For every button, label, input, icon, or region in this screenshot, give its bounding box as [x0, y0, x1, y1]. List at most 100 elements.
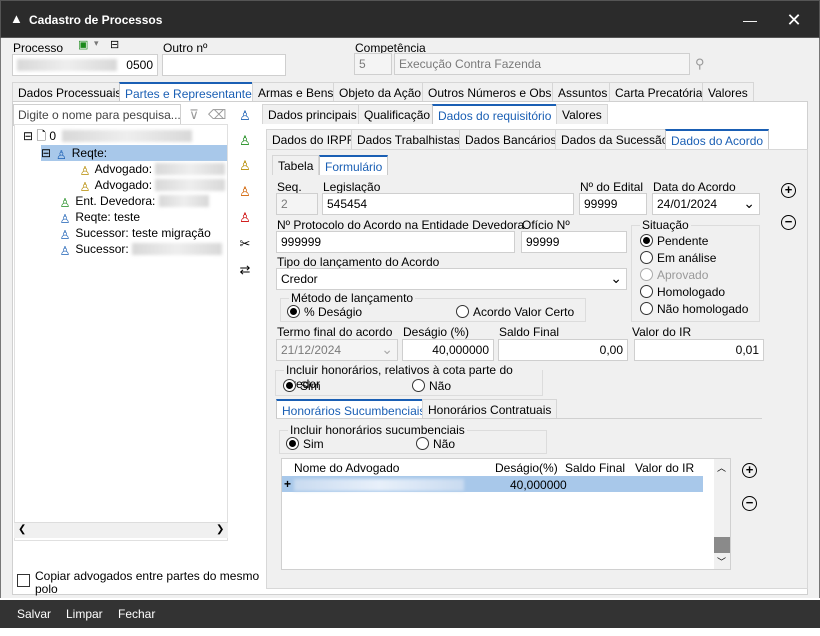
tree-node-entidade[interactable]: ♙ Ent. Devedora: — [58, 193, 209, 210]
tab-dados-bancarios[interactable]: Dados Bancários — [459, 129, 563, 149]
competencia-code-input[interactable]: 5 — [354, 53, 392, 75]
col-nome-advogado[interactable]: Nome do Advogado — [294, 461, 399, 475]
situacao-nao-homologado[interactable]: Não homologado — [640, 302, 748, 316]
tree-node-reqte-teste[interactable]: ♙ Reqte: teste — [58, 209, 140, 226]
scroll-thumb[interactable] — [714, 537, 730, 553]
remove-party-icon[interactable]: ✂ — [237, 236, 253, 252]
tab-dados-sucessao[interactable]: Dados da Sucessão — [555, 129, 675, 149]
scroll-right-icon[interactable]: ❯ — [216, 524, 224, 535]
tab-objeto-acao[interactable]: Objeto da Ação — [333, 82, 428, 102]
protocolo-input[interactable]: 999999 — [276, 231, 515, 253]
tab-dados-principais[interactable]: Dados principais — [262, 104, 363, 124]
radio-icon[interactable] — [287, 305, 300, 318]
radio-icon[interactable] — [286, 437, 299, 450]
col-valor-ir[interactable]: Valor do IR — [635, 461, 694, 475]
tab-dados-trabalhistas[interactable]: Dados Trabalhistas — [351, 129, 466, 149]
tab-honorarios-sucumbenciais[interactable]: Honorários Sucumbenciais — [276, 399, 432, 419]
oficio-input[interactable]: 99999 — [521, 231, 627, 253]
chevron-down-icon[interactable]: ⌄ — [743, 195, 755, 212]
limpar-button[interactable]: Limpar — [66, 607, 103, 621]
situacao-pendente[interactable]: Pendente — [640, 234, 708, 248]
close-button[interactable]: ✕ — [783, 9, 805, 31]
add-other-party-icon[interactable]: ♙ — [237, 210, 253, 226]
add-representante-icon[interactable]: ♙ — [237, 184, 253, 200]
tab-dados-irpf[interactable]: Dados do IRPF — [266, 129, 361, 149]
sucumbenciais-sim[interactable]: Sim — [286, 437, 324, 451]
remove-advogado-row-icon[interactable]: − — [742, 496, 757, 511]
tree-node-sucessor[interactable]: ♙ Sucessor: — [58, 241, 223, 258]
swap-party-icon[interactable]: ⇄ — [237, 262, 253, 278]
search-icon[interactable]: ⚲ — [695, 56, 705, 72]
note-icon[interactable]: ⊟ — [110, 38, 124, 52]
radio-icon[interactable] — [640, 234, 653, 247]
edital-input[interactable]: 99999 — [579, 193, 647, 215]
valor-ir-input[interactable]: 0,01 — [634, 339, 764, 361]
tree-node-sucessor[interactable]: ♙ Sucessor: teste migração — [58, 225, 211, 242]
grid-vscrollbar[interactable]: ︿ ﹀ — [714, 459, 730, 569]
tree-node-reqte[interactable]: ⊟ ♙ Reqte: — [41, 145, 227, 162]
situacao-homologado[interactable]: Homologado — [640, 285, 725, 299]
chevron-down-icon[interactable]: ▾ — [94, 38, 104, 52]
add-acordo-icon[interactable]: + — [781, 183, 796, 198]
tab-carta-precatoria[interactable]: Carta Precatória — [609, 82, 709, 102]
copy-lawyers-checkbox[interactable] — [17, 574, 30, 587]
tab-valores[interactable]: Valores — [702, 82, 754, 102]
tree-node-advogado[interactable]: ♙ Advogado: — [78, 161, 226, 178]
processo-input[interactable]: 0500 — [12, 54, 158, 76]
collapse-icon[interactable]: ⊟ — [41, 146, 51, 160]
tree-node-advogado[interactable]: ♙ Advogado: — [78, 177, 226, 194]
tab-valores-parte[interactable]: Valores — [556, 104, 608, 124]
tree-hscrollbar[interactable]: ❮ ❯ — [14, 522, 228, 538]
tab-dados-requisitorio[interactable]: Dados do requisitório — [432, 104, 558, 124]
tab-formulario[interactable]: Formulário — [319, 155, 389, 175]
tab-qualificacao[interactable]: Qualificação — [358, 104, 437, 124]
clear-icon[interactable]: ⌫ — [208, 107, 226, 123]
party-search-input[interactable]: Digite o nome para pesquisa... — [13, 104, 181, 126]
remove-acordo-icon[interactable]: − — [781, 215, 796, 230]
row-expand-icon[interactable]: + — [284, 477, 291, 491]
metodo-desagio[interactable]: % Deságio — [287, 305, 362, 319]
tab-partes-representantes[interactable]: Partes e Representantes — [119, 82, 264, 102]
minimize-button[interactable]: — — [739, 9, 761, 31]
scroll-up-icon[interactable]: ︿ — [717, 461, 726, 474]
radio-icon[interactable] — [412, 379, 425, 392]
honorarios-credor-sim[interactable]: Sim — [283, 379, 321, 393]
data-acordo-picker[interactable]: 24/01/2024 ⌄ — [652, 193, 760, 215]
col-saldo-final[interactable]: Saldo Final — [565, 461, 625, 475]
radio-icon[interactable] — [640, 251, 653, 264]
new-document-icon[interactable]: ▣ — [78, 38, 92, 52]
situacao-em-analise[interactable]: Em análise — [640, 251, 716, 265]
tab-honorarios-contratuais[interactable]: Honorários Contratuais — [422, 399, 558, 419]
tab-tabela[interactable]: Tabela — [272, 155, 320, 175]
desagio-input[interactable]: 40,000000 — [402, 339, 494, 361]
saldo-final-input[interactable]: 0,00 — [498, 339, 628, 361]
add-entidade-icon[interactable]: ♙ — [237, 133, 253, 149]
scroll-left-icon[interactable]: ❮ — [18, 524, 26, 535]
radio-icon[interactable] — [416, 437, 429, 450]
col-desagio[interactable]: Deságio(%) — [495, 461, 558, 475]
honorarios-credor-nao[interactable]: Não — [412, 379, 451, 393]
collapse-icon[interactable]: ⊟ — [23, 129, 33, 143]
tipo-lancamento-select[interactable]: Credor ⌄ — [276, 268, 627, 290]
legislacao-input[interactable]: 545454 — [322, 193, 574, 215]
radio-icon[interactable] — [283, 379, 296, 392]
tab-dados-processuais[interactable]: Dados Processuais — [12, 82, 128, 102]
radio-icon[interactable] — [640, 302, 653, 315]
add-advogado-icon[interactable]: ♙ — [237, 158, 253, 174]
sucumbenciais-nao[interactable]: Não — [416, 437, 455, 451]
add-requerente-icon[interactable]: ♙ — [237, 108, 253, 124]
filter-icon[interactable]: ⊽ — [186, 107, 202, 123]
table-row[interactable]: + 40,000000 — [282, 476, 703, 492]
salvar-button[interactable]: Salvar — [17, 607, 51, 621]
tab-outros-numeros[interactable]: Outros Números e Obs. — [422, 82, 561, 102]
add-advogado-row-icon[interactable]: + — [742, 463, 757, 478]
scroll-down-icon[interactable]: ﹀ — [717, 555, 726, 568]
outro-numero-input[interactable] — [162, 54, 286, 76]
tree-node-processo[interactable]: ⊟ 🗋 0 — [23, 128, 193, 144]
tab-armas-bens[interactable]: Armas e Bens — [252, 82, 340, 102]
chevron-down-icon[interactable]: ⌄ — [610, 270, 622, 287]
radio-icon[interactable] — [640, 285, 653, 298]
fechar-button[interactable]: Fechar — [118, 607, 155, 621]
tab-assuntos[interactable]: Assuntos — [552, 82, 614, 102]
metodo-valor-certo[interactable]: Acordo Valor Certo — [456, 305, 574, 319]
